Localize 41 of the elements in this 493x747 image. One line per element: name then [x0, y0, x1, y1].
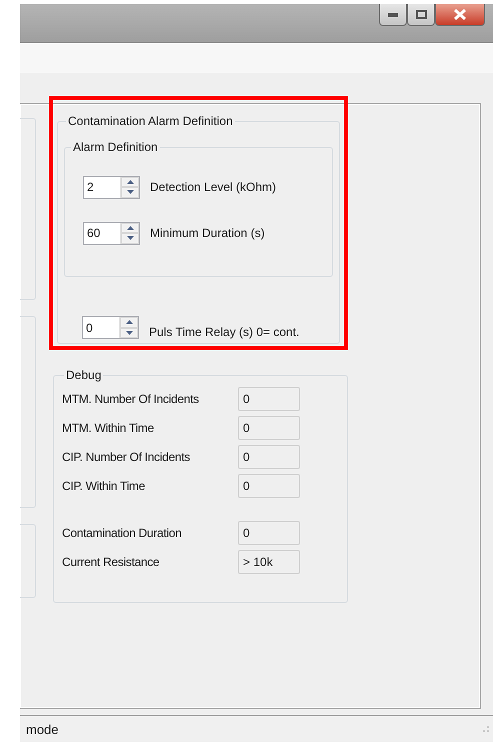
- readonly-field: 0: [238, 386, 300, 410]
- group-title: Contamination Alarm Definition: [67, 114, 234, 128]
- minimize-icon: [388, 12, 398, 16]
- readonly-field: 0: [238, 416, 300, 440]
- maximize-button[interactable]: [407, 4, 435, 26]
- spin-field[interactable]: 0: [82, 316, 139, 339]
- field-label: MTM. Number Of Incidents: [62, 392, 200, 406]
- spin-field[interactable]: 2: [83, 176, 140, 198]
- readonly-field: 0: [238, 520, 300, 544]
- spin-up-button[interactable]: [121, 176, 139, 187]
- readonly-field: 0: [238, 474, 300, 498]
- status-text: mode: [26, 722, 59, 736]
- field-label: Current Resistance: [62, 554, 160, 568]
- maximize-icon: [416, 10, 426, 19]
- field-label: CIP. Number Of Incidents: [62, 450, 191, 464]
- spin-down-button[interactable]: [120, 328, 138, 338]
- field-label: MTM. Within Time: [62, 420, 155, 434]
- spin-down-button[interactable]: [121, 187, 139, 198]
- spin-up-button[interactable]: [121, 222, 139, 233]
- down-arrow-icon: [126, 190, 134, 194]
- minimize-button[interactable]: [379, 4, 407, 26]
- spin-field[interactable]: 60: [83, 222, 140, 244]
- group-title: Alarm Definition: [72, 140, 159, 154]
- field-label: Contamination Duration: [62, 526, 182, 540]
- readonly-field: > 10k: [238, 550, 300, 574]
- down-arrow-icon: [126, 330, 132, 335]
- resize-grip-icon: [483, 726, 489, 732]
- spin-up-button[interactable]: [120, 317, 138, 328]
- down-arrow-icon: [126, 236, 134, 240]
- up-arrow-icon: [126, 320, 132, 324]
- up-arrow-icon: [126, 226, 134, 230]
- field-label: Detection Level (kOhm): [150, 180, 276, 194]
- field-label: Puls Time Relay (s) 0= cont.: [149, 325, 300, 339]
- close-icon: [454, 9, 466, 20]
- field-label: CIP. Within Time: [62, 478, 146, 492]
- readonly-field: 0: [238, 444, 300, 468]
- spin-down-button[interactable]: [121, 233, 139, 244]
- close-button[interactable]: [435, 4, 485, 26]
- group-title: Debug: [65, 368, 102, 382]
- field-label: Minimum Duration (s): [150, 226, 265, 240]
- up-arrow-icon: [126, 180, 134, 184]
